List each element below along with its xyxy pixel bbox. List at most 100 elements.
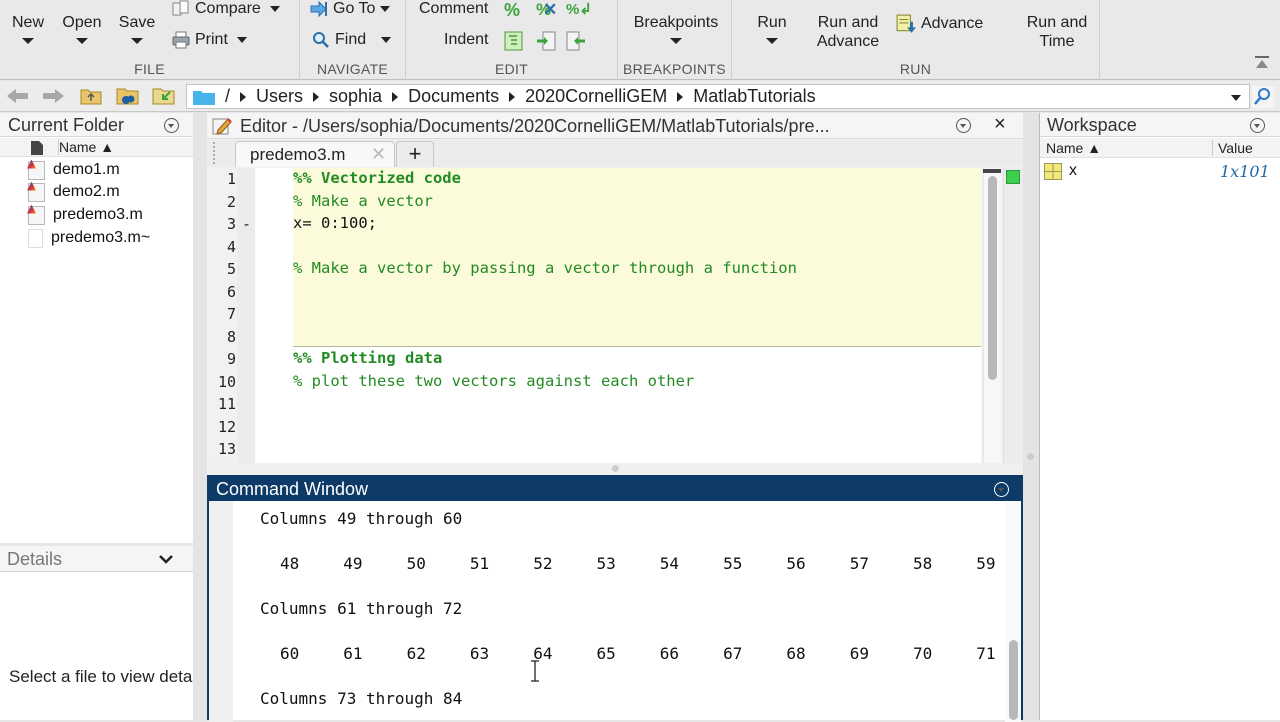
- output-value: 55: [723, 554, 743, 573]
- workspace-value-column[interactable]: Value: [1212, 140, 1253, 156]
- command-scrollbar-thumb[interactable]: [1009, 640, 1018, 720]
- code-analyzer-status-icon[interactable]: [1006, 170, 1020, 184]
- tab-predemo3[interactable]: predemo3.m ✕: [235, 141, 395, 167]
- save-button[interactable]: Save: [117, 13, 157, 44]
- line-number: 6: [226, 282, 236, 301]
- crumb-separator-icon[interactable]: [509, 91, 516, 102]
- search-folder-icon[interactable]: [1252, 86, 1274, 108]
- close-tab-icon[interactable]: ✕: [371, 144, 386, 165]
- tab-label: predemo3.m: [250, 145, 346, 164]
- crumb-users[interactable]: Users: [256, 86, 303, 107]
- chevron-down-icon[interactable]: [159, 554, 173, 564]
- run-and-time-button[interactable]: Run and Time: [1022, 13, 1092, 51]
- splitter-grip-icon[interactable]: [612, 465, 619, 472]
- decrease-indent-icon[interactable]: [566, 31, 586, 51]
- m-file-icon: [28, 160, 45, 180]
- code-line[interactable]: x= 0:100;: [293, 214, 377, 232]
- edit-group: Comment % %✕ %↲ Indent EDIT: [406, 0, 618, 80]
- tab-grip-icon[interactable]: [213, 142, 219, 164]
- name-column-header[interactable]: Name ▲: [58, 139, 114, 155]
- back-arrow-icon[interactable]: [7, 88, 29, 104]
- line-number: 12: [217, 417, 236, 436]
- collapse-toolstrip-icon[interactable]: [1254, 56, 1270, 70]
- comment-icon[interactable]: %: [504, 0, 520, 21]
- comment-line[interactable]: % plot these two vectors against each ot…: [293, 372, 694, 390]
- crumb-separator-icon[interactable]: [677, 91, 684, 102]
- crumb-root[interactable]: /: [225, 86, 230, 107]
- editor-split-handle[interactable]: [983, 169, 1001, 173]
- editor-command-splitter[interactable]: [207, 463, 1023, 475]
- file-row[interactable]: demo2.m: [28, 181, 120, 203]
- run-and-advance-label-line2: Advance: [816, 33, 880, 50]
- compare-label: Compare: [195, 0, 261, 17]
- crumb-separator-icon[interactable]: [392, 91, 399, 102]
- new-tab-button[interactable]: +: [396, 141, 434, 167]
- output-value: 51: [469, 554, 490, 573]
- details-header[interactable]: Details: [0, 546, 193, 572]
- recent-folder-icon[interactable]: [152, 86, 176, 106]
- workspace-variable-row[interactable]: x 1x101: [1040, 161, 1280, 183]
- find-button[interactable]: Find: [312, 31, 392, 49]
- chevron-down-icon: [76, 38, 88, 44]
- editor-scrollbar-thumb[interactable]: [988, 176, 997, 380]
- panel-menu-icon[interactable]: [956, 118, 971, 133]
- crumb-sophia[interactable]: sophia: [329, 86, 382, 107]
- run-label: Run: [757, 14, 787, 31]
- line-number: 10: [217, 372, 236, 391]
- crumb-separator-icon[interactable]: [240, 91, 247, 102]
- comment-line[interactable]: % Make a vector by passing a vector thro…: [293, 259, 797, 277]
- goto-button[interactable]: Go To: [310, 0, 391, 18]
- increase-indent-icon[interactable]: [536, 31, 556, 51]
- command-gutter: [209, 501, 233, 722]
- left-splitter[interactable]: [193, 113, 207, 720]
- close-editor-icon[interactable]: ×: [994, 113, 1006, 136]
- breakpoints-button[interactable]: Breakpoints: [628, 13, 724, 44]
- comment-line[interactable]: % Make a vector: [293, 192, 433, 210]
- file-row[interactable]: demo1.m: [28, 159, 120, 181]
- crumb-2020cornelligem[interactable]: 2020CornelliGEM: [525, 86, 667, 107]
- find-label: Find: [335, 31, 367, 48]
- output-value: 71: [976, 644, 996, 663]
- path-dropdown-icon[interactable]: [1231, 95, 1241, 101]
- edit-group-label: EDIT: [494, 61, 529, 77]
- m-file-icon: [28, 205, 45, 225]
- output-value: 60: [280, 644, 300, 663]
- new-button[interactable]: New: [8, 13, 48, 44]
- panel-menu-icon[interactable]: [994, 482, 1009, 497]
- line-number: 5: [226, 260, 236, 278]
- splitter-grip-icon[interactable]: [1027, 453, 1034, 460]
- uncomment-icon[interactable]: %✕: [536, 0, 557, 20]
- panel-menu-icon[interactable]: [1250, 118, 1265, 133]
- section-header-line[interactable]: %% Vectorized code: [293, 169, 461, 187]
- workspace-name-column[interactable]: Name ▲: [1046, 140, 1101, 156]
- up-folder-icon[interactable]: [80, 87, 102, 105]
- path-field[interactable]: / Users sophia Documents 2020CornelliGEM…: [186, 84, 1250, 109]
- indent-button[interactable]: Indent: [444, 31, 488, 49]
- right-splitter[interactable]: [1023, 113, 1039, 720]
- crumb-matlabtutorials[interactable]: MatlabTutorials: [693, 86, 815, 107]
- editor-panel: Editor - /Users/sophia/Documents/2020Cor…: [207, 113, 1023, 463]
- smart-indent-icon[interactable]: [504, 31, 523, 51]
- current-folder-panel: Current Folder Name ▲ demo1.m demo2.m pr…: [0, 113, 193, 543]
- run-button[interactable]: Run: [752, 13, 792, 44]
- address-bar: / Users sophia Documents 2020CornelliGEM…: [0, 81, 1280, 112]
- run-and-advance-button[interactable]: Run and Advance: [812, 13, 884, 51]
- file-row[interactable]: predemo3.m~: [28, 227, 150, 249]
- crumb-separator-icon[interactable]: [313, 91, 320, 102]
- open-button[interactable]: Open: [60, 13, 104, 44]
- forward-arrow-icon[interactable]: [42, 88, 64, 104]
- print-button[interactable]: Print: [172, 31, 247, 49]
- browse-folder-icon[interactable]: [116, 86, 140, 106]
- crumb-documents[interactable]: Documents: [408, 86, 499, 107]
- panel-menu-icon[interactable]: [164, 118, 179, 133]
- advance-button[interactable]: Advance: [896, 14, 983, 34]
- breakpoint-column[interactable]: [237, 168, 255, 463]
- comment-button[interactable]: Comment: [419, 0, 488, 18]
- line-number: 8: [226, 327, 236, 346]
- compare-button[interactable]: Compare: [172, 0, 280, 18]
- file-row[interactable]: predemo3.m: [28, 204, 143, 226]
- wrap-comments-icon[interactable]: %↲: [566, 0, 592, 18]
- section-header-line[interactable]: %% Plotting data: [293, 349, 442, 367]
- workspace-title: Workspace: [1047, 115, 1137, 135]
- executable-line-marker[interactable]: -: [242, 215, 251, 233]
